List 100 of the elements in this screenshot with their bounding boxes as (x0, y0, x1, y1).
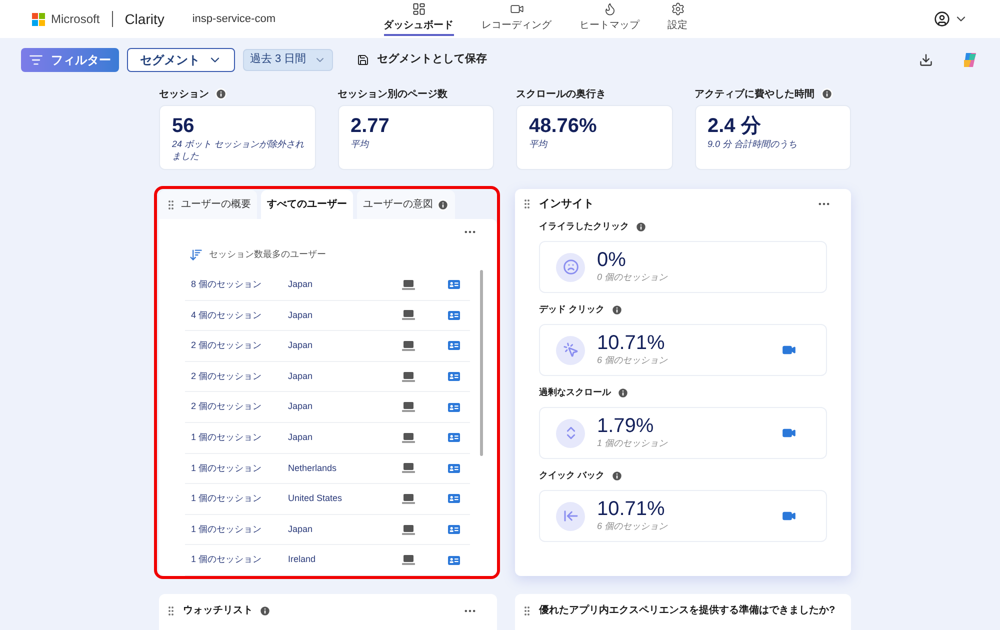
info-icon[interactable] (437, 198, 449, 210)
sort-label: セッション数最多のユーザー (209, 248, 326, 262)
card-title: 優れたアプリ内エクスペリエンスを提供する準備はできましたか? (539, 603, 836, 618)
profile-card-icon[interactable] (448, 525, 460, 534)
filter-icon (29, 52, 43, 66)
country-name: Japan (288, 308, 314, 322)
country-name: United States (288, 492, 344, 506)
country-name: Netherlands (288, 462, 338, 475)
profile-card-icon[interactable] (448, 556, 460, 565)
session-count: 1 個のセッション (191, 492, 263, 506)
info-icon[interactable] (259, 604, 271, 616)
insight-value: 10.71% (597, 498, 666, 520)
insight-value: 0% (597, 249, 627, 272)
recording-icon[interactable] (782, 343, 796, 357)
recording-icon[interactable] (782, 509, 796, 523)
dashboard-icon (412, 2, 426, 16)
laptop-icon (402, 402, 415, 412)
insight-value: 1.79% (597, 415, 655, 438)
pointer-icon (562, 342, 578, 358)
insight-label: 過剰なスクロール (539, 386, 611, 400)
profile-card-icon[interactable] (448, 433, 460, 442)
session-count: 2 個のセッション (191, 400, 263, 414)
stat-caption: 9.0 分 合計時間のうち (708, 138, 798, 150)
profile-card-icon[interactable] (448, 372, 460, 382)
nav-tab[interactable]: ダッシュボード (380, 0, 458, 38)
project-name[interactable]: insp-service-com (192, 10, 276, 28)
profile-card-icon[interactable] (448, 310, 460, 320)
filter-button[interactable]: フィルター (21, 48, 119, 72)
stat-label: アクティブに費やした時間 (694, 88, 814, 102)
nav-tab[interactable]: ヒートマップ (576, 0, 644, 38)
stat-value: 56 (172, 114, 196, 138)
info-icon[interactable] (215, 88, 227, 100)
sort-icon[interactable] (189, 248, 203, 262)
account-icon[interactable] (934, 11, 950, 27)
session-count: 1 個のセッション (191, 431, 263, 444)
stat-label: セッション別のページ数 (338, 88, 448, 102)
panel-title: インサイト (539, 196, 594, 212)
info-icon[interactable] (635, 221, 647, 233)
settings-icon (670, 2, 684, 16)
scrollbar[interactable] (480, 270, 483, 456)
brand-name: Microsoft (51, 11, 100, 28)
laptop-icon (402, 372, 415, 382)
session-count: 8 個のセッション (191, 278, 263, 292)
recording-icon[interactable] (782, 426, 796, 440)
info-icon[interactable] (820, 88, 832, 100)
date-range-dropdown[interactable]: 過去 3 日間 (243, 48, 334, 70)
insight-value: 10.71% (597, 332, 666, 354)
laptop-icon (402, 280, 415, 290)
panel-tab[interactable]: ユーザーの意図 (357, 190, 455, 219)
video-icon (510, 2, 524, 16)
insight-caption: 6 個のセッション (597, 520, 668, 534)
stat-label: スクロールの奥行き (516, 88, 606, 102)
profile-card-icon[interactable] (448, 494, 460, 504)
session-count: 1 個のセッション (191, 462, 263, 475)
nav-tab[interactable]: レコーディング (478, 0, 556, 38)
laptop-icon (402, 310, 415, 320)
country-name: Japan (288, 278, 314, 292)
laptop-icon (402, 463, 415, 474)
card-title: ウォッチリスト (183, 604, 253, 618)
country-name: Japan (288, 522, 314, 536)
panel-tab[interactable]: ユーザーの概要 (159, 190, 257, 219)
panel-tab[interactable]: すべてのユーザー (261, 190, 353, 219)
insight-caption: 0 個のセッション (597, 271, 668, 284)
info-icon[interactable] (617, 387, 629, 399)
frown-icon (562, 259, 578, 275)
insight-label: デッド クリック (539, 303, 605, 316)
segment-dropdown[interactable]: セグメント (127, 48, 235, 72)
stat-value: 48.76% (529, 114, 598, 138)
laptop-icon (402, 524, 415, 535)
laptop-icon (402, 555, 415, 566)
info-icon[interactable] (610, 470, 623, 482)
insight-label: イライラしたクリック (539, 220, 629, 234)
stat-value: 2.77 (350, 114, 390, 138)
stat-caption: 平均 (529, 138, 548, 150)
save-icon (357, 54, 370, 66)
country-name: Ireland (288, 553, 317, 566)
country-name: Japan (288, 339, 314, 352)
info-icon[interactable] (610, 304, 623, 316)
profile-card-icon[interactable] (448, 402, 460, 412)
download-icon[interactable] (919, 52, 933, 66)
profile-card-icon[interactable] (448, 341, 460, 350)
microsoft-logo-icon (32, 12, 45, 26)
insight-caption: 6 個のセッション (597, 354, 668, 368)
profile-card-icon[interactable] (448, 464, 460, 473)
session-count: 2 個のセッション (191, 339, 263, 352)
laptop-icon (402, 340, 415, 351)
copilot-logo-icon[interactable] (961, 50, 979, 68)
laptop-icon (402, 432, 415, 443)
stat-value: 2.4 分 (708, 114, 762, 138)
session-count: 2 個のセッション (191, 370, 263, 383)
save-segment-button[interactable]: セグメントとして保存 (357, 51, 488, 68)
country-name: Japan (288, 400, 314, 414)
stat-caption: 24 ボット セッションが除外されました (172, 138, 306, 162)
stat-caption: 平均 (350, 138, 370, 150)
insight-caption: 1 個のセッション (597, 437, 668, 450)
back-arrow-icon (562, 508, 578, 524)
profile-card-icon[interactable] (448, 280, 460, 290)
nav-tab[interactable]: 設定 (664, 0, 692, 38)
country-name: Japan (288, 370, 314, 383)
product-name[interactable]: Clarity (124, 8, 164, 30)
